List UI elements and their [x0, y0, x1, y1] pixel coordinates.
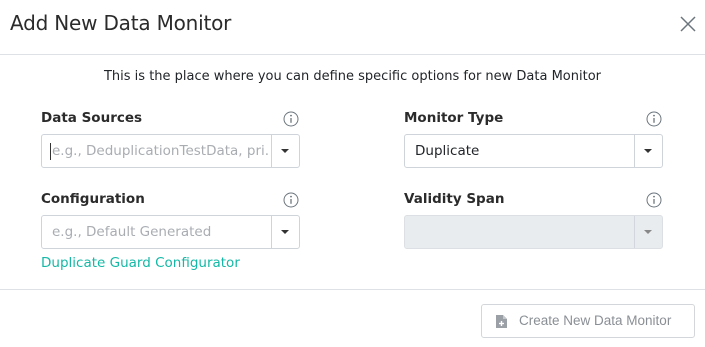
info-icon[interactable] [283, 111, 299, 127]
validity-span-label: Validity Span [404, 191, 505, 207]
chevron-down-icon [644, 230, 652, 234]
data-sources-placeholder: e.g., DeduplicationTestData, pri... [52, 143, 270, 159]
data-sources-label: Data Sources [41, 110, 143, 126]
chevron-down-icon[interactable] [281, 149, 289, 153]
file-add-icon [495, 314, 508, 329]
data-sources-select[interactable]: e.g., DeduplicationTestData, pri... [41, 134, 300, 168]
chevron-down-icon[interactable] [281, 230, 289, 234]
configuration-placeholder: e.g., Default Generated [52, 224, 212, 240]
monitor-type-label: Monitor Type [404, 110, 504, 126]
select-divider [634, 216, 635, 248]
footer-divider [0, 289, 705, 290]
validity-span-select [404, 215, 663, 249]
chevron-down-icon[interactable] [644, 149, 652, 153]
close-icon [680, 16, 696, 32]
configuration-select[interactable]: e.g., Default Generated [41, 215, 300, 249]
monitor-type-select[interactable]: Duplicate [404, 134, 663, 168]
select-divider [271, 216, 272, 248]
dialog-header: Add New Data Monitor [0, 0, 705, 55]
close-button[interactable] [678, 14, 698, 34]
dialog-title: Add New Data Monitor [10, 11, 232, 35]
create-button-label: Create New Data Monitor [519, 313, 672, 328]
select-divider [634, 135, 635, 167]
configurator-link[interactable]: Duplicate Guard Configurator [41, 255, 240, 271]
info-icon[interactable] [646, 192, 662, 208]
dialog-intro: This is the place where you can define s… [103, 69, 602, 84]
create-data-monitor-button[interactable]: Create New Data Monitor [481, 304, 695, 338]
info-icon[interactable] [283, 192, 299, 208]
select-divider [271, 135, 272, 167]
info-icon[interactable] [646, 111, 662, 127]
text-cursor [50, 143, 51, 160]
configuration-label: Configuration [41, 191, 145, 207]
monitor-type-value: Duplicate [415, 143, 480, 159]
